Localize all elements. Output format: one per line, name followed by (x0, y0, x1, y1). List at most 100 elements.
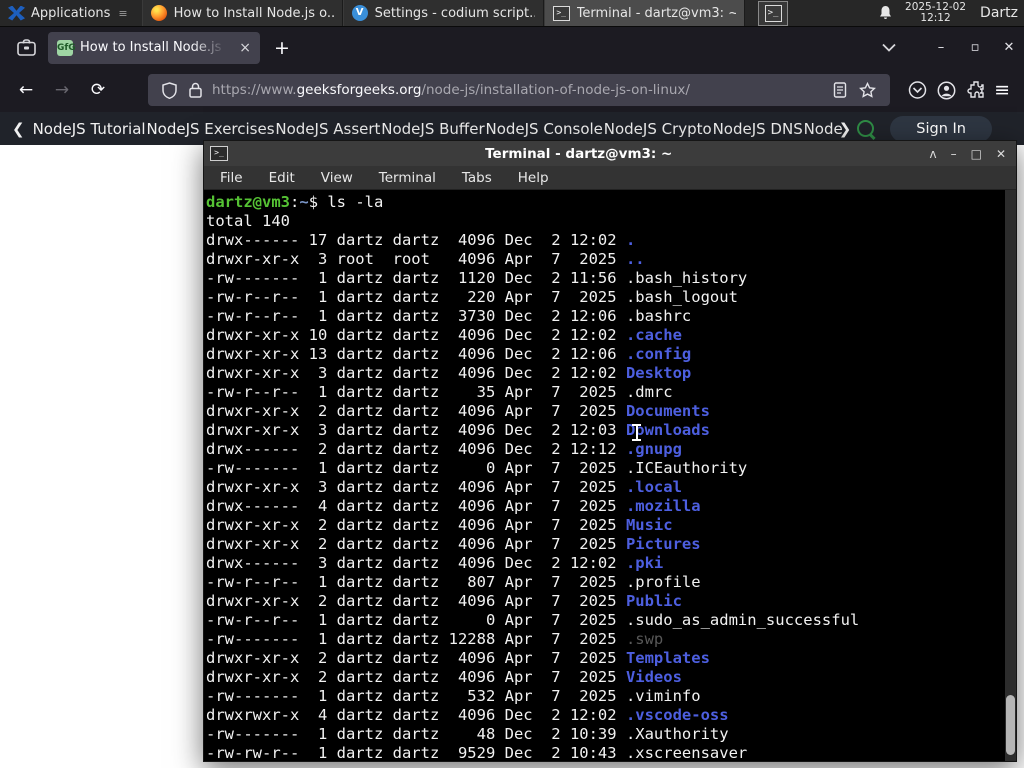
tray-terminal-launcher[interactable]: >_ (758, 0, 789, 26)
terminal-row: drwx------ 17 dartz dartz 4096 Dec 2 12:… (206, 231, 636, 249)
terminal-close-button[interactable]: ✕ (996, 147, 1006, 161)
terminal-icon: >_ (764, 4, 782, 22)
tab-close-icon[interactable]: × (236, 40, 254, 56)
menu-file[interactable]: File (220, 170, 243, 186)
terminal-icon: >_ (210, 146, 228, 161)
tab-strip: GfG How to Install Node.js on × + – ▫ ✕ (0, 27, 1024, 68)
window-button-title: Settings - codium script... (374, 5, 535, 21)
terminal-row: drwxr-xr-x 2 dartz dartz 4096 Apr 7 2025… (206, 668, 682, 686)
terminal-titlebar[interactable]: >_ Terminal - dartz@vm3: ~ ᴧ – □ ✕ (204, 141, 1016, 166)
terminal-minimize-button[interactable]: – (951, 147, 957, 161)
terminal-shade-button[interactable]: ᴧ (929, 147, 936, 161)
terminal-row: -rw-r--r-- 1 dartz dartz 35 Apr 7 2025 .… (206, 383, 673, 401)
terminal-row: -rw------- 1 dartz dartz 48 Dec 2 10:39 … (206, 725, 729, 743)
tracking-shield-icon[interactable] (162, 81, 177, 99)
forward-button[interactable]: → (46, 75, 78, 105)
extensions-puzzle-icon[interactable] (966, 81, 984, 99)
terminal-row: -rw-r--r-- 1 dartz dartz 3730 Dec 2 12:0… (206, 307, 692, 325)
firefox-view-icon[interactable] (12, 35, 40, 61)
pocket-icon[interactable] (908, 81, 927, 99)
bookmark-star-icon[interactable] (859, 82, 877, 98)
url-bar[interactable]: https://www.geeksforgeeks.org/node-js/in… (148, 74, 891, 106)
gfg-nav-item[interactable]: NodeJS Assert (275, 120, 380, 138)
terminal-row: drwxr-xr-x 2 dartz dartz 4096 Apr 7 2025… (206, 649, 710, 667)
terminal-row: drwxr-xr-x 2 dartz dartz 4096 Apr 7 2025… (206, 592, 682, 610)
panel-time: 12:12 (920, 12, 951, 24)
menu-edit[interactable]: Edit (269, 170, 295, 186)
browser-tab-active[interactable]: GfG How to Install Node.js on × (48, 31, 260, 64)
terminal-row: drwxr-xr-x 3 dartz dartz 4096 Apr 7 2025… (206, 478, 682, 496)
panel-clock[interactable]: 2025-12-02 12:12 (905, 2, 966, 24)
lock-icon[interactable] (189, 82, 202, 98)
terminal-scrollbar-thumb[interactable] (1006, 695, 1015, 755)
gfg-nav-item[interactable]: NodeJS Tutorial (33, 120, 146, 138)
terminal-content[interactable]: dartz@vm3:~$ ls -la total 140 drwx------… (204, 190, 1016, 761)
terminal-row: -rw------- 1 dartz dartz 532 Apr 7 2025 … (206, 687, 701, 705)
menu-lines-icon: ≡ (118, 6, 128, 20)
terminal-icon: >_ (552, 5, 570, 21)
terminal-row: drwxr-xr-x 2 dartz dartz 4096 Apr 7 2025… (206, 402, 710, 420)
terminal-row: drwxr-xr-x 2 dartz dartz 4096 Apr 7 2025… (206, 516, 673, 534)
browser-minimize-button[interactable]: – (926, 27, 956, 68)
terminal-row: -rw-r--r-- 1 dartz dartz 0 Apr 7 2025 .s… (206, 611, 860, 629)
window-button-terminal[interactable]: >_ Terminal - dartz@vm3: ~ (543, 0, 745, 26)
reload-button[interactable]: ⟳ (82, 75, 114, 105)
account-icon[interactable] (937, 81, 956, 100)
tab-title: How to Install Node.js on (80, 40, 230, 55)
top-panel: Applications ≡ How to Install Node.js o.… (0, 0, 1024, 27)
window-button-firefox[interactable]: How to Install Node.js o... (141, 0, 343, 26)
firefox-icon (150, 5, 167, 21)
list-all-tabs-chevron-icon[interactable] (882, 43, 896, 52)
terminal-row: drwxr-xr-x 3 dartz dartz 4096 Dec 2 12:0… (206, 364, 692, 382)
notification-bell-icon[interactable] (878, 5, 893, 21)
sign-in-button[interactable]: Sign In (890, 115, 992, 142)
terminal-row: -rw-r--r-- 1 dartz dartz 220 Apr 7 2025 … (206, 288, 738, 306)
gfg-nav-item[interactable]: Node (804, 120, 843, 138)
menu-help[interactable]: Help (518, 170, 549, 186)
terminal-row: -rw-rw-r-- 1 dartz dartz 9529 Dec 2 10:4… (206, 744, 748, 761)
new-tab-button[interactable]: + (274, 37, 290, 59)
terminal-prompt-line: dartz@vm3:~$ ls -la (206, 193, 384, 211)
terminal-scrollbar[interactable] (1005, 190, 1016, 761)
back-button[interactable]: ← (10, 75, 42, 105)
terminal-row: drwxr-xr-x 3 dartz dartz 4096 Dec 2 12:0… (206, 421, 710, 439)
terminal-window: >_ Terminal - dartz@vm3: ~ ᴧ – □ ✕ File … (203, 140, 1017, 762)
window-button-codium[interactable]: V Settings - codium script... (342, 0, 544, 26)
gfg-nav-item[interactable]: NodeJS Console (485, 120, 602, 138)
gfg-nav-item[interactable]: NodeJS Buffer (381, 120, 484, 138)
browser-close-button[interactable]: ✕ (994, 27, 1024, 68)
gfg-nav-item[interactable]: NodeJS DNS (713, 120, 803, 138)
terminal-row: drwx------ 2 dartz dartz 4096 Dec 2 12:1… (206, 440, 682, 458)
menu-hamburger-icon[interactable]: ≡ (994, 79, 1010, 101)
terminal-output-rows: drwx------ 17 dartz dartz 4096 Dec 2 12:… (206, 231, 1002, 761)
gfg-nav-item[interactable]: NodeJS Crypto (604, 120, 712, 138)
terminal-title: Terminal - dartz@vm3: ~ (485, 145, 673, 162)
terminal-row: drwx------ 4 dartz dartz 4096 Apr 7 2025… (206, 497, 701, 515)
terminal-row: -rw------- 1 dartz dartz 0 Apr 7 2025 .I… (206, 459, 748, 477)
subnav-scroll-left-icon[interactable]: ❮ (12, 120, 25, 138)
menu-terminal[interactable]: Terminal (379, 170, 436, 186)
subnav-scroll-right-icon[interactable]: ❯ (839, 120, 852, 138)
menu-tabs[interactable]: Tabs (462, 170, 492, 186)
panel-user-menu[interactable]: Dartz (980, 5, 1018, 21)
search-icon[interactable] (857, 120, 875, 137)
terminal-row: drwxr-xr-x 13 dartz dartz 4096 Dec 2 12:… (206, 345, 692, 363)
url-text[interactable]: https://www.geeksforgeeks.org/node-js/in… (212, 82, 827, 98)
gfg-nav-item[interactable]: NodeJS Exercises (146, 120, 274, 138)
terminal-maximize-button[interactable]: □ (971, 147, 982, 161)
applications-menu-button[interactable]: Applications ≡ (0, 0, 136, 26)
terminal-row: drwxr-xr-x 10 dartz dartz 4096 Dec 2 12:… (206, 326, 682, 344)
reader-mode-icon[interactable] (833, 82, 847, 98)
distro-logo-icon (8, 5, 25, 21)
window-button-title: How to Install Node.js o... (173, 5, 334, 21)
menu-view[interactable]: View (321, 170, 353, 186)
window-button-list: How to Install Node.js o... V Settings -… (141, 0, 745, 26)
terminal-menubar: File Edit View Terminal Tabs Help (204, 166, 1016, 190)
browser-maximize-button[interactable]: ▫ (960, 27, 990, 68)
terminal-row: drwxrwxr-x 4 dartz dartz 4096 Dec 2 12:0… (206, 706, 729, 724)
terminal-row: drwxr-xr-x 3 root root 4096 Apr 7 2025 .… (206, 250, 645, 268)
window-button-title: Terminal - dartz@vm3: ~ (576, 5, 736, 21)
terminal-row: drwx------ 3 dartz dartz 4096 Dec 2 12:0… (206, 554, 664, 572)
terminal-row: -rw------- 1 dartz dartz 12288 Apr 7 202… (206, 630, 664, 648)
geeksforgeeks-favicon: GfG (57, 39, 76, 56)
